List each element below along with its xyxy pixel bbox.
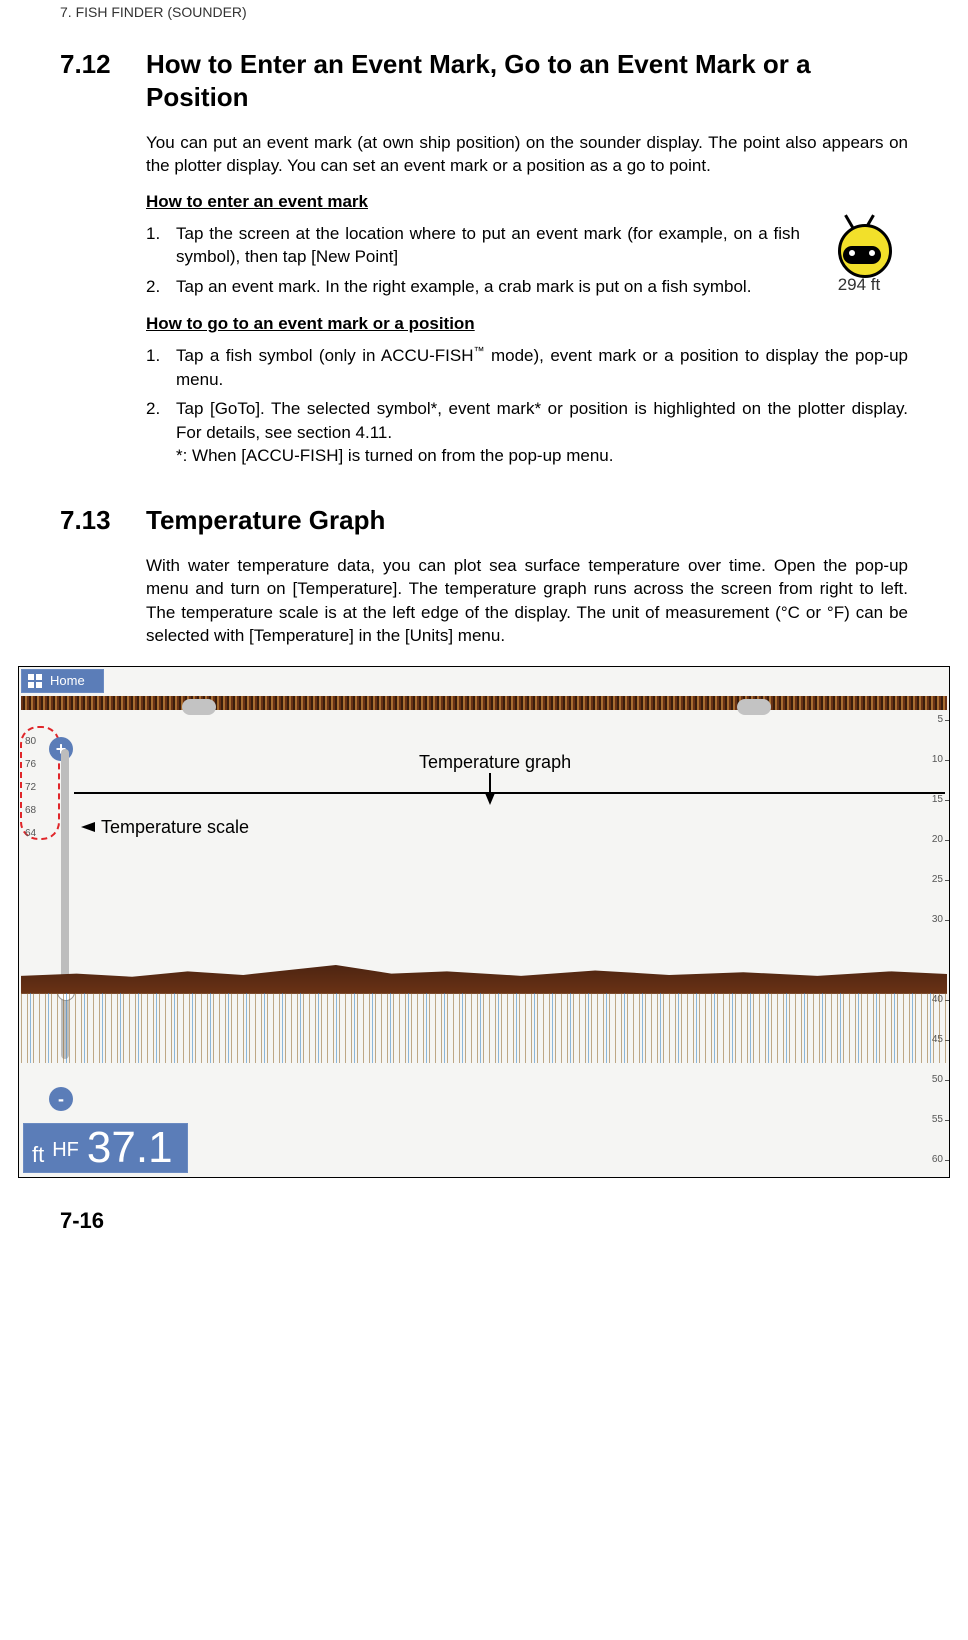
list-number: 1.: [146, 344, 176, 391]
temp-tick: 80: [25, 736, 36, 747]
section-number: 7.12: [60, 48, 146, 81]
goto-step-1: 1. Tap a fish symbol (only in ACCU-FISH™…: [146, 344, 908, 391]
subheading-goto: How to go to an event mark or a position: [146, 314, 908, 334]
arrow-down-icon: [489, 773, 491, 793]
home-grid-icon: [28, 674, 42, 688]
depth-tick: 55: [932, 1114, 943, 1125]
intro-text: You can put an event mark (at own ship p…: [146, 131, 908, 178]
step-2: 2. Tap an event mark. In the right examp…: [146, 275, 800, 298]
page-number: 7-16: [60, 1178, 908, 1234]
list-number: 2.: [146, 275, 176, 298]
sub-bottom-echo: [21, 993, 947, 1063]
depth-value: 37.1: [87, 1126, 173, 1170]
crab-depth-label: 294 ft: [810, 275, 908, 295]
goto-step-2: 2. Tap [GoTo]. The selected symbol*, eve…: [146, 397, 908, 467]
list-text: Tap an event mark. In the right example,…: [176, 275, 800, 298]
section-number: 7.13: [60, 504, 146, 537]
section-7-12-heading: 7.12 How to Enter an Event Mark, Go to a…: [60, 48, 908, 113]
depth-tick: 20: [932, 834, 943, 845]
step-1: 1. Tap the screen at the location where …: [146, 222, 800, 269]
depth-tick: 30: [932, 914, 943, 925]
zoom-out-button[interactable]: -: [49, 1087, 73, 1111]
depth-tick: 10: [932, 754, 943, 765]
list-number: 1.: [146, 222, 176, 269]
sounder-screenshot: Home 80 76 72 68 64 5 10 15 20 25 30 40 …: [18, 666, 950, 1178]
depth-mode: HF: [52, 1139, 79, 1162]
depth-tick: 25: [932, 874, 943, 885]
menu-pill-button[interactable]: [182, 699, 216, 715]
depth-tick: 60: [932, 1154, 943, 1165]
chapter-header: 7. FISH FINDER (SOUNDER): [60, 0, 908, 48]
layers-pill-button[interactable]: [737, 699, 771, 715]
arrow-left-icon: [81, 822, 95, 832]
surface-echo-band: [21, 696, 947, 710]
depth-unit: ft: [32, 1142, 44, 1168]
list-text: Tap [GoTo]. The selected symbol*, event …: [176, 397, 908, 467]
temp-tick: 68: [25, 805, 36, 816]
list-text: Tap the screen at the location where to …: [176, 222, 800, 269]
list-text: Tap a fish symbol (only in ACCU-FISH™ mo…: [176, 344, 908, 391]
intro-text: With water temperature data, you can plo…: [146, 554, 908, 648]
temp-tick: 76: [25, 759, 36, 770]
temp-tick: 64: [25, 828, 36, 839]
annotation-label: Temperature graph: [419, 752, 571, 773]
bottom-echo: [21, 949, 947, 994]
list-number: 2.: [146, 397, 176, 467]
subheading-enter-mark: How to enter an event mark: [146, 192, 908, 212]
home-button[interactable]: Home: [21, 669, 104, 693]
section-title: How to Enter an Event Mark, Go to an Eve…: [146, 48, 908, 113]
annotation-temp-graph: Temperature graph: [419, 752, 571, 805]
annotation-temp-scale: Temperature scale: [81, 817, 249, 838]
crab-mark-graphic: 294 ft: [810, 218, 908, 295]
depth-readout: ft HF 37.1: [23, 1123, 188, 1173]
depth-tick: 15: [932, 794, 943, 805]
depth-tick: 5: [937, 714, 943, 725]
arrow-down-icon: [485, 793, 495, 805]
temp-tick: 72: [25, 782, 36, 793]
section-title: Temperature Graph: [146, 504, 908, 537]
depth-tick: 50: [932, 1074, 943, 1085]
section-7-13-heading: 7.13 Temperature Graph: [60, 504, 908, 537]
crab-icon: [824, 218, 894, 273]
annotation-label: Temperature scale: [101, 817, 249, 838]
home-label: Home: [50, 673, 85, 688]
